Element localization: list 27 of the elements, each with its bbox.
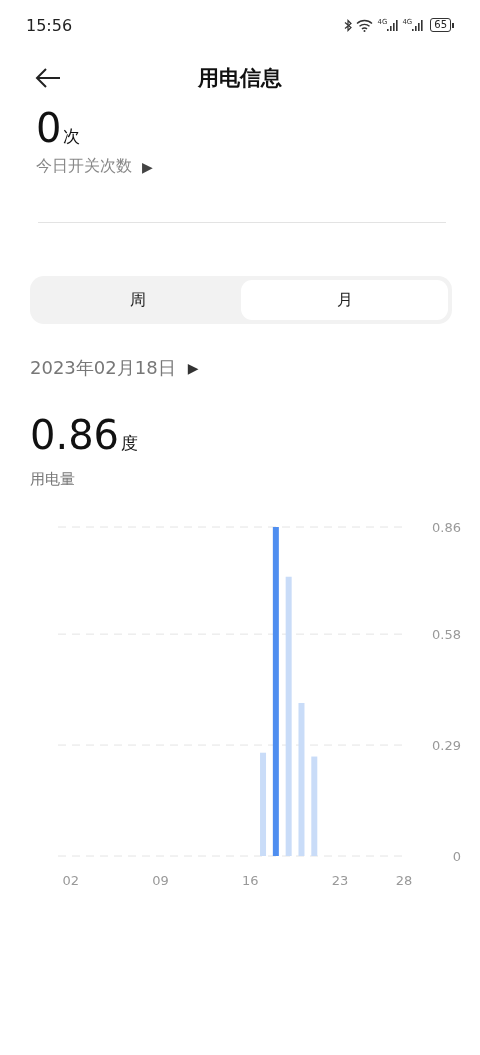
- switch-count-value: 0: [36, 106, 62, 150]
- axis-label: 02: [62, 873, 80, 888]
- date-label: 2023年02月18日: [30, 356, 176, 380]
- axis-label: 0.86: [432, 520, 461, 535]
- arrow-icon[interactable]: ▶: [187, 360, 199, 376]
- signal-icon: [387, 19, 399, 31]
- signal-icon: [412, 19, 424, 31]
- segment-tab[interactable]: 周: [34, 280, 241, 320]
- arrow-icon[interactable]: ▶: [142, 158, 153, 175]
- axis-label: 23: [331, 873, 349, 888]
- usage-unit: 度: [121, 432, 139, 455]
- page-title: 用电信息: [198, 65, 282, 92]
- switch-count-label: 今日开关次数: [36, 156, 132, 177]
- battery-level: 65: [430, 18, 451, 32]
- axis-label: 28: [395, 873, 413, 888]
- axis-label: 16: [241, 873, 259, 888]
- switch-count-unit: 次: [63, 125, 81, 148]
- wifi-icon: [356, 18, 374, 32]
- usage-value: 0.86: [30, 412, 120, 458]
- axis-label: 0.29: [432, 738, 461, 754]
- usage-label: 用电量: [30, 470, 76, 489]
- axis-label: 0.58: [432, 627, 461, 643]
- segment-tab[interactable]: 月: [241, 280, 448, 320]
- axis-label: 09: [152, 873, 169, 888]
- bluetooth-icon: [344, 18, 353, 32]
- status-time: 15:56: [26, 15, 73, 35]
- axis-label: 0: [452, 849, 461, 864]
